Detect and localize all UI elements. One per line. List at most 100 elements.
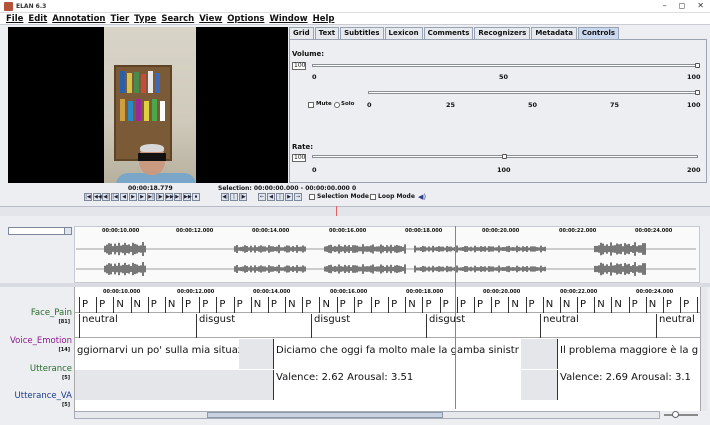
tab-comments[interactable]: Comments [423, 27, 474, 39]
voice-emotion-annotation[interactable]: disgust [311, 314, 426, 338]
face-pain-annotation[interactable]: P [336, 297, 354, 313]
tab-text[interactable]: Text [314, 27, 340, 39]
volume-slider[interactable] [312, 64, 698, 67]
voice-emotion-annotation[interactable]: neutral [656, 314, 700, 338]
go-to-end-button[interactable]: ▶| [174, 193, 182, 201]
video-viewer[interactable] [8, 27, 288, 183]
timeline-horizontal-scrollbar[interactable] [74, 411, 660, 419]
face-pain-annotation[interactable]: P [662, 297, 680, 313]
utterance-annotation[interactable]: Diciamo che oggi fa molto male la gamba … [273, 339, 521, 369]
face-pain-annotation[interactable]: N [594, 297, 611, 313]
utterance-va-annotation[interactable]: Valence: 2.69 Arousal: 3.1 [557, 370, 700, 400]
menu-type[interactable]: Type [134, 14, 156, 24]
tier-name-utterance[interactable]: Utterance [0, 364, 74, 374]
next-second-button[interactable]: ▶▶ [165, 193, 174, 201]
menu-tier[interactable]: Tier [110, 14, 129, 24]
utterance-annotation[interactable]: Il problema maggiore è la g [557, 339, 700, 369]
volume-value-field[interactable]: 100 [292, 62, 306, 70]
voice-emotion-annotation[interactable]: neutral [540, 314, 656, 338]
tier-name-voice-emotion[interactable]: Voice_Emotion [0, 336, 74, 346]
tab-metadata[interactable]: Metadata [531, 27, 577, 39]
face-pain-annotation[interactable]: N [250, 297, 268, 313]
loop-mode-toggle[interactable]: Loop Mode [370, 193, 415, 200]
face-pain-annotation[interactable]: P [79, 297, 96, 313]
speaker-icon[interactable]: ◀) [418, 193, 426, 201]
selection-mode-checkbox[interactable] [309, 193, 315, 200]
tab-lexicon[interactable]: Lexicon [384, 27, 423, 39]
play-button[interactable]: ▶ [129, 193, 137, 201]
next-scrollview-button[interactable]: |▶ [156, 193, 164, 201]
face-pain-annotation[interactable]: N [130, 297, 148, 313]
utterance-annotation[interactable]: ggiornarvi un po' sulla mia situazi [75, 339, 239, 369]
face-pain-annotation[interactable]: P [388, 297, 405, 313]
next-frame-button[interactable]: ▶| [147, 193, 155, 201]
face-pain-annotation[interactable]: P [422, 297, 439, 313]
face-pain-annotation[interactable]: P [267, 297, 285, 313]
face-pain-annotation[interactable]: P [680, 297, 697, 313]
face-pain-annotation[interactable]: N [405, 297, 422, 313]
face-pain-annotation[interactable]: P [370, 297, 388, 313]
waveform-track-select[interactable] [8, 227, 72, 235]
loop-mode-checkbox[interactable] [370, 193, 376, 200]
previous-frame-button[interactable]: |◀ [111, 193, 119, 201]
face-pain-annotation[interactable]: P [628, 297, 646, 313]
move-right-boundary-button[interactable]: ▶ [285, 193, 293, 201]
face-pain-annotation[interactable]: P [302, 297, 319, 313]
tier-name-face-pain[interactable]: Face_Pain [0, 308, 74, 318]
menu-edit[interactable]: Edit [28, 14, 47, 24]
scrollbar-thumb[interactable] [207, 412, 443, 418]
previous-pixel-button[interactable]: ◀ [120, 193, 128, 201]
tab-subtitles[interactable]: Subtitles [340, 27, 384, 39]
tier-vertical-scrollbar[interactable] [700, 287, 707, 411]
rate-value-field[interactable]: 100 [292, 154, 306, 162]
maximize-button[interactable]: ◻ [679, 0, 686, 12]
channel-slider-thumb[interactable] [695, 90, 700, 95]
selection-mode-toggle[interactable]: Selection Mode [309, 193, 369, 200]
annotation-tier-viewer[interactable]: 00:00:10.000 00:00:12.000 00:00:14.000 0… [74, 287, 700, 411]
previous-scrollview-button[interactable]: ◀| [102, 193, 110, 201]
active-boundary-button[interactable]: ◀ [267, 193, 275, 201]
utterance-va-annotation[interactable]: Valence: 2.62 Arousal: 3.51 [273, 370, 521, 400]
menu-search[interactable]: Search [161, 14, 194, 24]
menu-help[interactable]: Help [313, 14, 335, 24]
face-pain-annotation[interactable]: P [199, 297, 216, 313]
face-pain-annotation[interactable]: N [559, 297, 577, 313]
face-pain-annotation[interactable]: P [96, 297, 113, 313]
mute-checkbox[interactable] [308, 102, 314, 108]
tier-name-utterance-va[interactable]: Utterance_VA [0, 391, 74, 401]
face-pain-annotation[interactable]: P [491, 297, 508, 313]
solo-radio[interactable] [334, 102, 340, 108]
menu-view[interactable]: View [199, 14, 222, 24]
face-pain-annotation[interactable]: N [542, 297, 560, 313]
face-pain-annotation[interactable]: P [147, 297, 165, 313]
tab-controls[interactable]: Controls [577, 27, 620, 39]
go-to-begin-button[interactable]: |◀ [84, 193, 92, 201]
face-pain-annotation[interactable]: P [353, 297, 371, 313]
face-pain-annotation[interactable]: P [233, 297, 251, 313]
face-pain-annotation[interactable]: P [182, 297, 199, 313]
menu-annotation[interactable]: Annotation [52, 14, 105, 24]
move-boundary-right-button[interactable]: → [294, 193, 302, 201]
face-pain-annotation[interactable]: P [474, 297, 491, 313]
menu-options[interactable]: Options [227, 14, 264, 24]
move-left-boundary-button[interactable]: ← [258, 193, 266, 201]
toggle-selection-button[interactable]: |▶ [239, 193, 247, 201]
voice-emotion-annotation[interactable]: disgust [196, 314, 311, 338]
menu-window[interactable]: Window [269, 14, 307, 24]
minimize-button[interactable]: – [663, 0, 667, 12]
timeline-overview-ruler[interactable] [0, 206, 710, 216]
face-pain-annotation[interactable]: N [611, 297, 628, 313]
face-pain-annotation[interactable]: N [113, 297, 130, 313]
next-pixel-button[interactable]: ▶ [138, 193, 146, 201]
face-pain-annotation[interactable]: P [456, 297, 474, 313]
extra-playback-button[interactable]: ⏹ [192, 193, 200, 201]
face-pain-annotation[interactable]: P [216, 297, 233, 313]
tab-grid[interactable]: Grid [289, 27, 314, 39]
voice-emotion-annotation[interactable]: neutral [79, 314, 196, 338]
face-pain-annotation[interactable]: N [319, 297, 336, 313]
face-pain-annotation[interactable]: N [508, 297, 525, 313]
volume-slider-thumb[interactable] [695, 63, 700, 68]
zoom-slider[interactable] [662, 411, 702, 419]
channel-slider[interactable] [368, 91, 698, 94]
voice-emotion-annotation[interactable]: disgust [426, 314, 540, 338]
